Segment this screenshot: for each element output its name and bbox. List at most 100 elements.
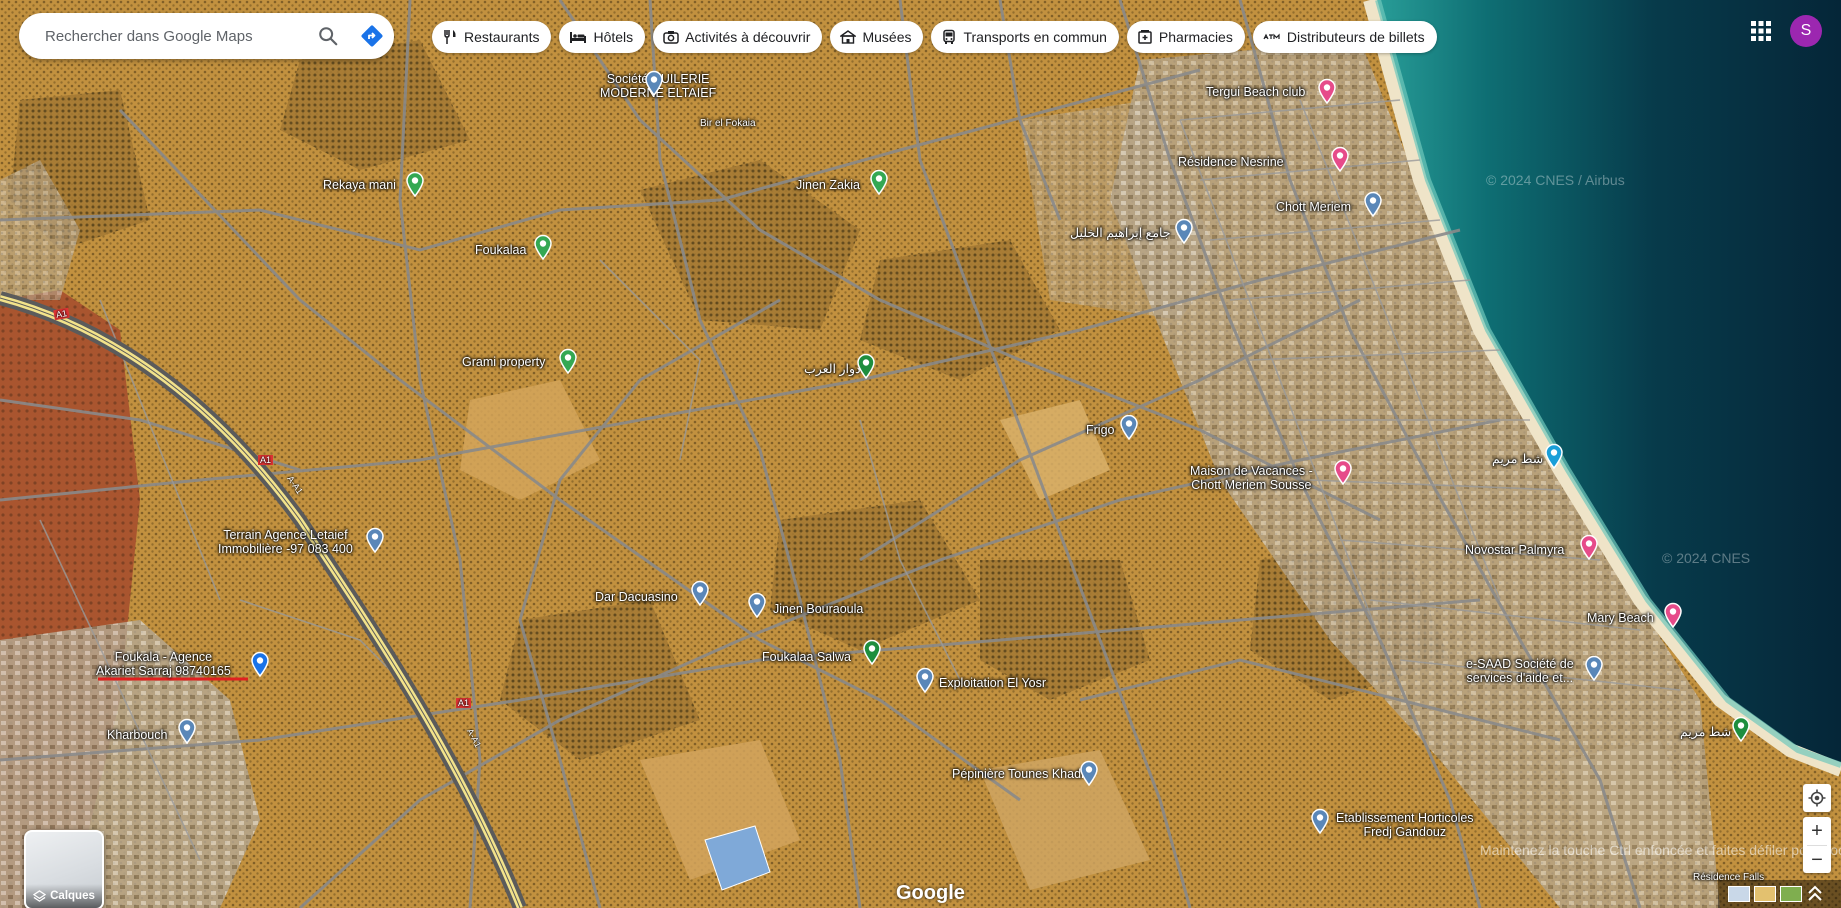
chip-transit[interactable]: Transports en commun — [931, 21, 1119, 53]
bed-icon — [570, 32, 587, 43]
expand-button[interactable] — [1806, 884, 1824, 908]
account-avatar[interactable]: S — [1790, 15, 1822, 47]
place-label[interactable]: Foukalaa — [475, 243, 526, 257]
place-pin-icon[interactable] — [1584, 655, 1604, 681]
hotel-pin-icon[interactable] — [1333, 459, 1353, 485]
place-pin-icon[interactable] — [177, 718, 197, 744]
museum-icon — [840, 30, 857, 44]
layers-icon — [33, 889, 47, 902]
place-pin-icon[interactable] — [1079, 760, 1099, 786]
road-label-a1: A1 — [258, 455, 274, 465]
tree-pin-icon[interactable] — [862, 639, 882, 665]
place-pin-icon[interactable] — [747, 592, 767, 618]
search-icon — [319, 27, 338, 46]
place-label[interactable]: Terrain Agence Letaief Immobilière -97 0… — [218, 528, 353, 556]
park-pin-icon[interactable] — [869, 169, 889, 195]
place-label[interactable]: Exploitation El Yosr — [939, 676, 1046, 690]
place-label[interactable]: Grami property — [462, 355, 545, 369]
place-label[interactable]: Etablissement Horticoles Fredj Gandouz — [1336, 811, 1474, 839]
hotel-pin-icon[interactable] — [1330, 146, 1350, 172]
chip-label: Distributeurs de billets — [1286, 29, 1425, 45]
place-label[interactable]: Dar Dacuasino — [595, 590, 678, 604]
layers-button[interactable]: Calques — [24, 830, 104, 908]
hotel-pin-icon[interactable] — [1579, 534, 1599, 560]
place-label[interactable]: Résidence Nesrine — [1178, 155, 1284, 169]
search-button[interactable] — [308, 16, 348, 56]
place-label[interactable]: Rekaya mani — [323, 178, 396, 192]
chip-label: Hôtels — [593, 29, 634, 45]
place-label[interactable]: Bir el Fokaia — [700, 117, 756, 131]
park-pin-icon[interactable] — [558, 348, 578, 374]
my-location-button[interactable] — [1803, 784, 1831, 812]
road-label-a1: A1 — [456, 698, 472, 708]
place-label[interactable]: دوار العرب — [804, 362, 861, 376]
place-pin-icon[interactable] — [1363, 191, 1383, 217]
flag-pin-icon[interactable] — [250, 651, 270, 677]
place-label[interactable]: شط مريم — [1680, 725, 1731, 739]
beach-pin-icon[interactable] — [1663, 602, 1683, 628]
search-input[interactable] — [43, 26, 302, 46]
park-pin-icon[interactable] — [405, 171, 425, 197]
place-label[interactable]: Kharbouch — [107, 728, 167, 742]
chip-restaurants[interactable]: Restaurants — [432, 21, 552, 53]
chip-pharmacies[interactable]: Pharmacies — [1126, 21, 1245, 53]
place-pin-icon[interactable] — [1310, 808, 1330, 834]
layers-label: Calques — [50, 890, 95, 902]
place-label[interactable]: Foukala - Agence Akariet Sarraj 98740165 — [96, 650, 231, 678]
search-box — [19, 13, 394, 59]
zoom-hint: Maintenez la touche Ctrl enfoncée et fai… — [1480, 842, 1841, 858]
building-pin-icon[interactable] — [1119, 414, 1139, 440]
chip-label: Pharmacies — [1158, 29, 1233, 45]
chip-atm[interactable]: Distributeurs de billets — [1252, 21, 1437, 53]
imagery-credit: © 2024 CNES — [1662, 550, 1751, 566]
place-label[interactable]: جامع إبراهيم الخليل — [1070, 226, 1171, 240]
map-thumb-satellite[interactable] — [1780, 886, 1802, 902]
place-label[interactable]: Mary Beach — [1587, 611, 1654, 625]
place-pin-icon[interactable] — [644, 70, 664, 96]
map-thumb-default[interactable] — [1728, 886, 1750, 902]
chip-label: Musées — [862, 29, 912, 45]
directions-button[interactable] — [352, 16, 392, 56]
place-label[interactable]: Chott Meriem — [1276, 200, 1351, 214]
imagery-credit: © 2024 CNES / Airbus — [1486, 172, 1625, 188]
satellite-imagery[interactable] — [0, 0, 1841, 908]
place-pin-icon[interactable] — [915, 667, 935, 693]
chip-hotels[interactable]: Hôtels — [559, 21, 646, 53]
hiking-pin-icon[interactable] — [1731, 716, 1751, 742]
chip-label: Restaurants — [464, 29, 540, 45]
place-pin-icon[interactable] — [365, 527, 385, 553]
chip-museums[interactable]: Musées — [830, 21, 924, 53]
place-label[interactable]: Maison de Vacances - Chott Meriem Sousse — [1190, 464, 1313, 492]
fork-knife-icon — [444, 30, 456, 44]
place-label[interactable]: e-SAAD Société de services d'aide et... — [1466, 657, 1574, 685]
chip-activities[interactable]: Activités à découvrir — [653, 21, 823, 53]
place-pin-icon[interactable] — [690, 580, 710, 606]
place-label[interactable]: Jinen Bouraoula — [773, 602, 863, 616]
camera-icon — [663, 31, 679, 44]
pharmacy-icon — [1138, 30, 1152, 44]
map-thumb-terrain[interactable] — [1754, 886, 1776, 902]
place-label[interactable]: Novostar Palmyra — [1465, 543, 1564, 557]
layers-caption: Calques — [26, 884, 102, 908]
camera-pin-icon[interactable] — [1544, 443, 1564, 469]
place-label[interactable]: Jinen Zakia — [796, 178, 860, 192]
chip-label: Transports en commun — [963, 29, 1107, 45]
place-label[interactable]: شط مريم — [1492, 452, 1543, 466]
place-label[interactable]: Tergui Beach club — [1206, 85, 1305, 99]
map-canvas[interactable]: A1 A1 A1 A-A1 A-A1 Société HUILERIE MODE… — [0, 0, 1841, 908]
place-label[interactable]: Foukalaa Salwa — [762, 650, 851, 664]
place-label[interactable]: Frigo — [1086, 423, 1114, 437]
bus-icon — [943, 29, 956, 44]
google-logo: Google — [896, 882, 965, 904]
zoom-out-button[interactable]: − — [1803, 846, 1831, 874]
place-label[interactable]: Pépinière Tounes Khadra — [952, 767, 1092, 781]
directions-icon — [361, 25, 383, 47]
tree-pin-icon[interactable] — [856, 353, 876, 379]
google-apps-button[interactable] — [1748, 18, 1774, 44]
park-pin-icon[interactable] — [533, 234, 553, 260]
zoom-controls: + − — [1803, 817, 1831, 873]
hotel-pin-icon[interactable] — [1317, 78, 1337, 104]
category-chips: Restaurants Hôtels Activités à découvrir — [432, 21, 1437, 53]
mosque-pin-icon[interactable] — [1174, 218, 1194, 244]
zoom-in-button[interactable]: + — [1803, 817, 1831, 845]
